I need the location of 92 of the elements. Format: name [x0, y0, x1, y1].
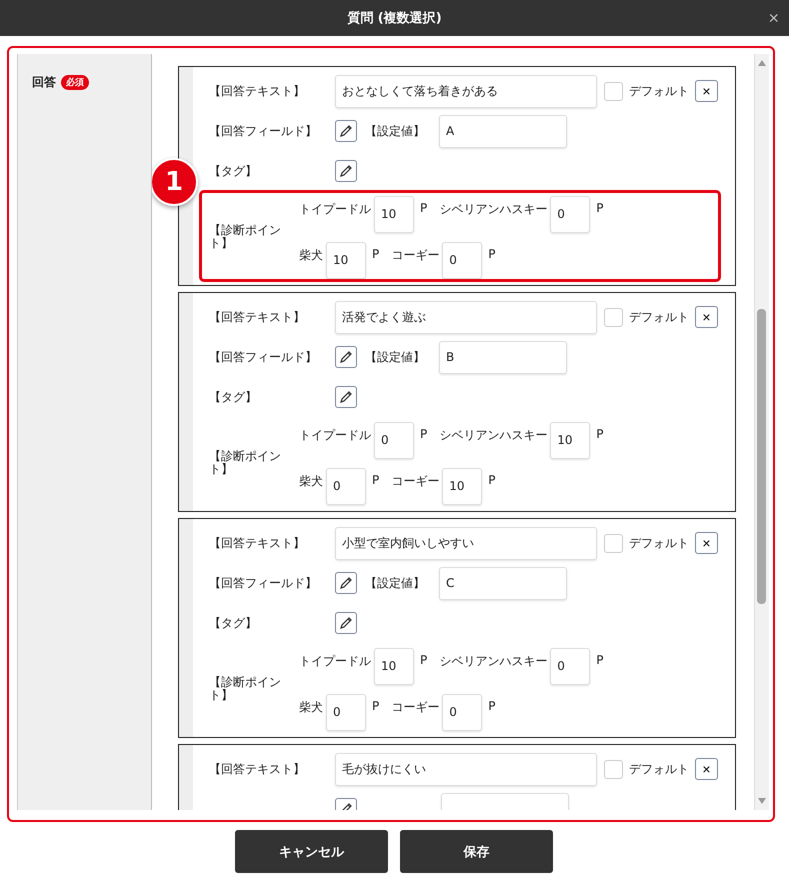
point-field[interactable]: 0: [442, 694, 482, 730]
pencil-icon: [339, 350, 353, 364]
point-field[interactable]: 0: [442, 242, 482, 278]
card-strip: [179, 745, 193, 810]
remove-button[interactable]: ×: [695, 532, 718, 554]
field-label: 【設定値】: [365, 348, 425, 366]
edit-button[interactable]: [335, 160, 357, 182]
breed-label: コーギー: [391, 246, 440, 264]
point-field[interactable]: 10: [550, 422, 590, 458]
point-field[interactable]: 10: [442, 468, 482, 504]
breed-label: シベリアンハスキー: [439, 200, 548, 218]
unit-label: P: [372, 698, 380, 712]
setting-value-field[interactable]: C: [439, 566, 567, 600]
checkbox-label: デフォルト: [629, 308, 689, 326]
edit-button[interactable]: [335, 572, 357, 594]
default-checkbox[interactable]: [604, 534, 623, 552]
point-field[interactable]: 10: [326, 242, 366, 278]
field-label: 【タグ】: [209, 388, 258, 406]
section-label: 回答: [32, 74, 56, 91]
remove-button[interactable]: ×: [695, 758, 718, 780]
setting-value-field[interactable]: A: [439, 114, 567, 148]
callout-badge: 1: [152, 158, 198, 206]
unit-label: P: [420, 200, 428, 214]
unit-label: P: [596, 426, 604, 440]
remove-button[interactable]: ×: [695, 306, 718, 328]
unit-label: P: [372, 246, 380, 260]
unit-label: P: [596, 200, 604, 214]
edit-button[interactable]: [335, 120, 357, 142]
field-label: 【回答フィールド】: [209, 574, 318, 592]
breed-label: シベリアンハスキー: [439, 652, 548, 670]
point-field[interactable]: 0: [550, 648, 590, 684]
unit-label: P: [596, 652, 604, 666]
unit-label: P: [488, 472, 496, 486]
unit-label: P: [372, 472, 380, 486]
point-field[interactable]: 0: [550, 196, 590, 232]
unit-label: P: [420, 652, 428, 666]
edit-button[interactable]: [335, 346, 357, 368]
breed-label: シベリアンハスキー: [439, 426, 548, 444]
scrollbar[interactable]: [754, 54, 769, 810]
answer-text-field[interactable]: 活発でよく遊ぶ: [335, 300, 597, 334]
field-label: 【回答テキスト】: [209, 760, 306, 778]
breed-label: トイプードル: [299, 652, 371, 670]
point-field[interactable]: 0: [374, 422, 414, 458]
save-button[interactable]: 保存: [400, 830, 553, 873]
breed-label: トイプードル: [299, 200, 371, 218]
pencil-icon: [339, 124, 353, 138]
unit-label: P: [420, 426, 428, 440]
point-field[interactable]: 10: [374, 196, 414, 232]
remove-button[interactable]: ×: [695, 80, 718, 102]
field-label: 【診断ポイント】: [209, 450, 282, 476]
field-label: 【診断ポイント】: [209, 676, 282, 702]
pencil-icon: [339, 576, 353, 590]
point-field[interactable]: 0: [326, 694, 366, 730]
default-checkbox[interactable]: [604, 82, 623, 100]
edit-button[interactable]: [335, 612, 357, 634]
cancel-button[interactable]: キャンセル: [235, 830, 388, 873]
field-label: 【タグ】: [209, 162, 258, 180]
breed-label: コーギー: [391, 472, 440, 490]
field-label: 【タグ】: [209, 614, 258, 632]
field-label: 【回答テキスト】: [209, 534, 306, 552]
field-label: 【回答フィールド】: [209, 122, 318, 140]
point-field[interactable]: 10: [374, 648, 414, 684]
answer-text-field[interactable]: 小型で室内飼いしやすい: [335, 526, 597, 560]
field-label: 【設定値】: [365, 574, 425, 592]
checkbox-label: デフォルト: [629, 760, 689, 778]
answer-text-field[interactable]: おとなしくて落ち着きがある: [335, 74, 597, 108]
checkbox-label: デフォルト: [629, 82, 689, 100]
point-field[interactable]: 0: [326, 468, 366, 504]
breed-label: 柴犬: [299, 472, 323, 490]
answer-text-field[interactable]: 毛が抜けにくい: [335, 752, 597, 786]
field-label: 【設定値】: [365, 122, 425, 140]
breed-label: 柴犬: [299, 698, 323, 716]
unit-label: P: [488, 246, 496, 260]
field-label: 【回答テキスト】: [209, 308, 306, 326]
close-button[interactable]: ×: [768, 8, 779, 28]
breed-label: コーギー: [391, 698, 440, 716]
breed-label: トイプードル: [299, 426, 371, 444]
dialog-title: 質問 (複数選択): [347, 10, 442, 27]
unit-label: P: [488, 698, 496, 712]
setting-value-field[interactable]: B: [439, 340, 567, 374]
checkbox-label: デフォルト: [629, 534, 689, 552]
pencil-icon: [339, 164, 353, 178]
required-badge: 必須: [61, 75, 89, 90]
default-checkbox[interactable]: [604, 760, 623, 778]
field-label: 【診断ポイント】: [209, 224, 282, 250]
breed-label: 柴犬: [299, 246, 323, 264]
edit-button[interactable]: [335, 386, 357, 408]
field-label: 【回答フィールド】: [209, 348, 318, 366]
field-label: 【回答テキスト】: [209, 82, 306, 100]
default-checkbox[interactable]: [604, 308, 623, 326]
pencil-icon: [339, 390, 353, 404]
pencil-icon: [339, 616, 353, 630]
